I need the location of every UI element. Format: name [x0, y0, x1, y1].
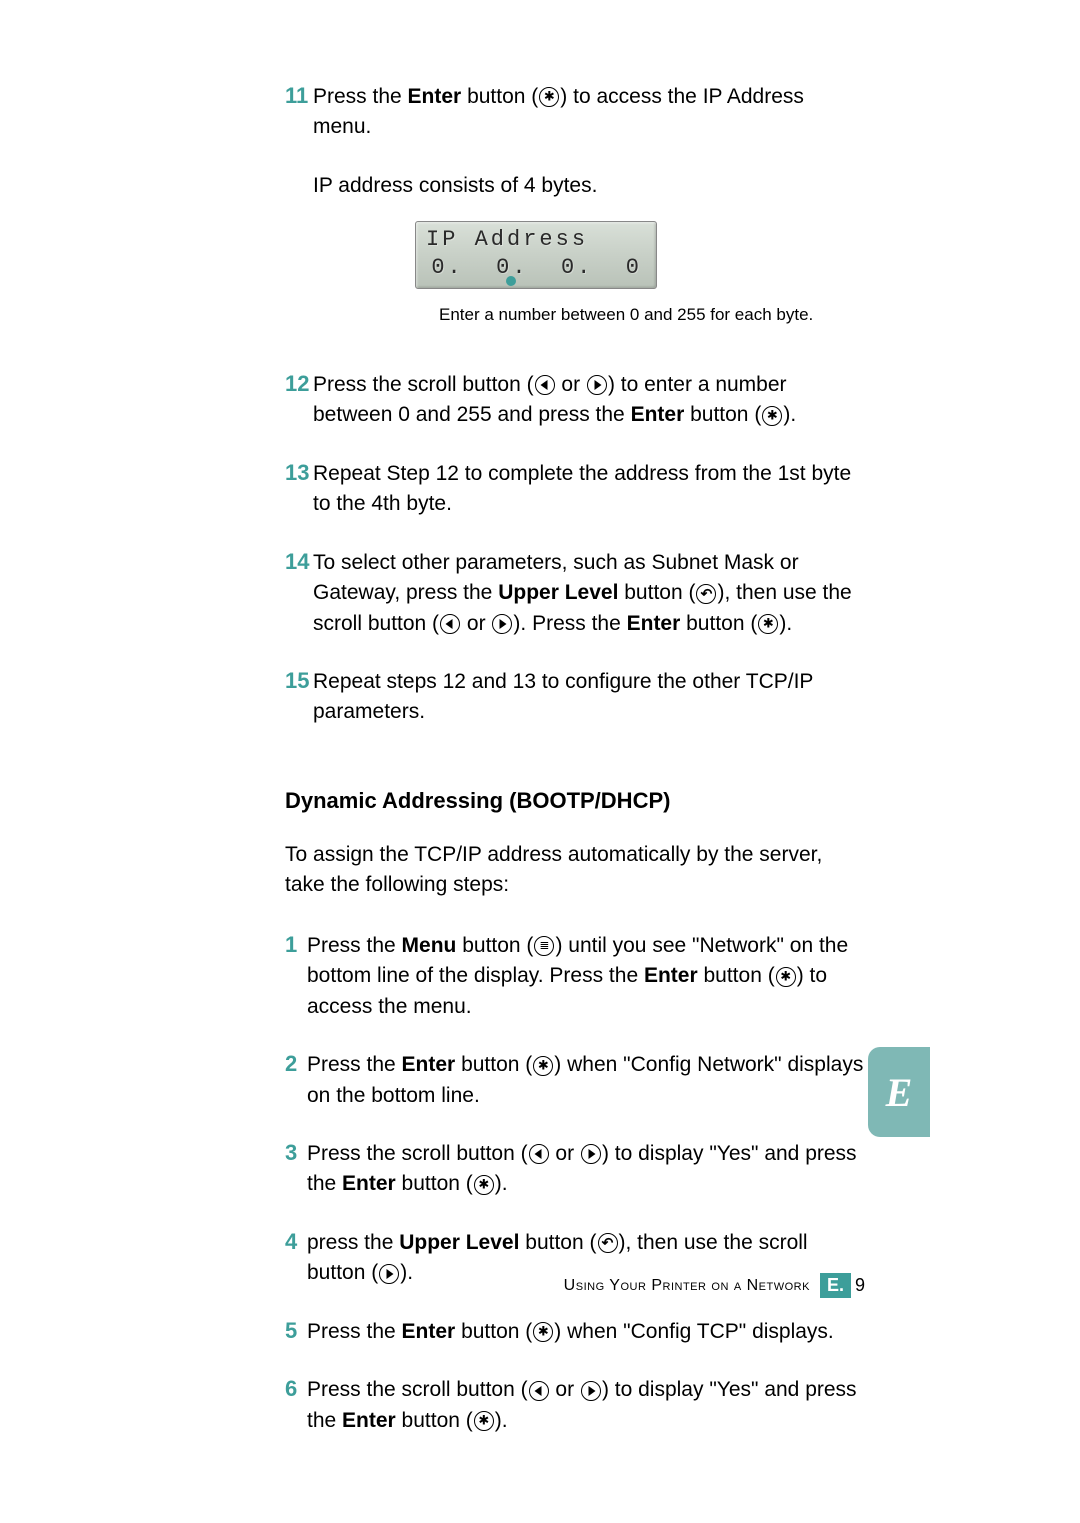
step-number: 1	[285, 931, 307, 1022]
main-content: 11Press the Enter button () to access th…	[285, 82, 865, 1464]
left-icon	[529, 1144, 549, 1164]
ip-bytes-note: IP address consists of 4 bytes.	[313, 171, 865, 201]
step-number: 2	[285, 1050, 307, 1111]
step-item: 5Press the Enter button () when "Config …	[285, 1317, 865, 1347]
page-footer: Using Your Printer on a Network E. 9	[285, 1273, 865, 1298]
section-tab: E	[868, 1047, 930, 1137]
bold-text: Upper Level	[498, 581, 618, 604]
bold-text: Enter	[631, 403, 685, 426]
footer-page-badge: E. 9	[820, 1273, 865, 1298]
right-icon	[492, 614, 512, 634]
lcd-caption: Enter a number between 0 and 255 for eac…	[439, 303, 865, 328]
step-number: 6	[285, 1375, 307, 1436]
step-item: 14To select other parameters, such as Su…	[285, 548, 865, 639]
footer-section: E.	[820, 1273, 851, 1298]
steps-group-c: 1Press the Menu button () until you see …	[285, 931, 865, 1436]
bold-text: Enter	[342, 1409, 396, 1432]
right-icon	[587, 375, 607, 395]
lcd-cursor-icon	[506, 276, 516, 286]
upper-icon	[696, 584, 716, 604]
step-item: 11Press the Enter button () to access th…	[285, 82, 865, 143]
left-icon	[535, 375, 555, 395]
step-text: Press the scroll button ( or ) to displa…	[307, 1139, 865, 1200]
step-number: 5	[285, 1317, 307, 1347]
enter-icon	[474, 1175, 494, 1195]
step-text: Press the scroll button ( or ) to displa…	[307, 1375, 865, 1436]
step-text: Press the Enter button () to access the …	[313, 82, 865, 143]
enter-icon	[533, 1056, 553, 1076]
enter-icon	[758, 614, 778, 634]
lcd-screen: IP Address 0. 0. 0. 0	[415, 221, 657, 289]
section-intro: To assign the TCP/IP address automatical…	[285, 840, 865, 901]
enter-icon	[776, 967, 796, 987]
left-icon	[529, 1381, 549, 1401]
section-tab-letter: E	[886, 1069, 913, 1116]
step-text: Press the Enter button () when "Config N…	[307, 1050, 865, 1111]
right-icon	[581, 1144, 601, 1164]
lcd-display: IP Address 0. 0. 0. 0	[415, 221, 865, 289]
bold-text: Enter	[402, 1320, 456, 1343]
menu-icon	[534, 936, 554, 956]
enter-icon	[533, 1322, 553, 1342]
step-number: 12	[285, 370, 313, 431]
lcd-line-2: 0. 0. 0. 0	[426, 254, 646, 282]
steps-group-a: 11Press the Enter button () to access th…	[285, 82, 865, 143]
enter-icon	[539, 87, 559, 107]
step-text: Press the Menu button () until you see "…	[307, 931, 865, 1022]
step-text: Press the scroll button ( or ) to enter …	[313, 370, 865, 431]
step-item: 15Repeat steps 12 and 13 to configure th…	[285, 667, 865, 728]
steps-group-b: 12Press the scroll button ( or ) to ente…	[285, 370, 865, 728]
step-text: Press the Enter button () when "Config T…	[307, 1317, 834, 1347]
enter-icon	[762, 406, 782, 426]
step-text: Repeat steps 12 and 13 to configure the …	[313, 667, 865, 728]
enter-icon	[474, 1411, 494, 1431]
step-number: 11	[285, 82, 313, 143]
bold-text: Upper Level	[399, 1231, 519, 1254]
bold-text: Menu	[402, 934, 457, 957]
step-number: 15	[285, 667, 313, 728]
step-number: 3	[285, 1139, 307, 1200]
step-text: To select other parameters, such as Subn…	[313, 548, 865, 639]
upper-icon	[598, 1233, 618, 1253]
right-icon	[581, 1381, 601, 1401]
step-number: 14	[285, 548, 313, 639]
step-item: 6Press the scroll button ( or ) to displ…	[285, 1375, 865, 1436]
footer-title: Using Your Printer on a Network	[564, 1277, 810, 1295]
lcd-line-1: IP Address	[426, 226, 646, 254]
step-item: 2Press the Enter button () when "Config …	[285, 1050, 865, 1111]
bold-text: Enter	[408, 85, 462, 108]
step-number: 13	[285, 459, 313, 520]
bold-text: Enter	[644, 964, 698, 987]
step-item: 13Repeat Step 12 to complete the address…	[285, 459, 865, 520]
bold-text: Enter	[627, 612, 681, 635]
footer-page-number: 9	[851, 1275, 865, 1296]
step-item: 3Press the scroll button ( or ) to displ…	[285, 1139, 865, 1200]
bold-text: Enter	[402, 1053, 456, 1076]
step-item: 1Press the Menu button () until you see …	[285, 931, 865, 1022]
step-text: Repeat Step 12 to complete the address f…	[313, 459, 865, 520]
step-item: 12Press the scroll button ( or ) to ente…	[285, 370, 865, 431]
section-heading: Dynamic Addressing (BOOTP/DHCP)	[285, 788, 865, 814]
left-icon	[440, 614, 460, 634]
bold-text: Enter	[342, 1172, 396, 1195]
